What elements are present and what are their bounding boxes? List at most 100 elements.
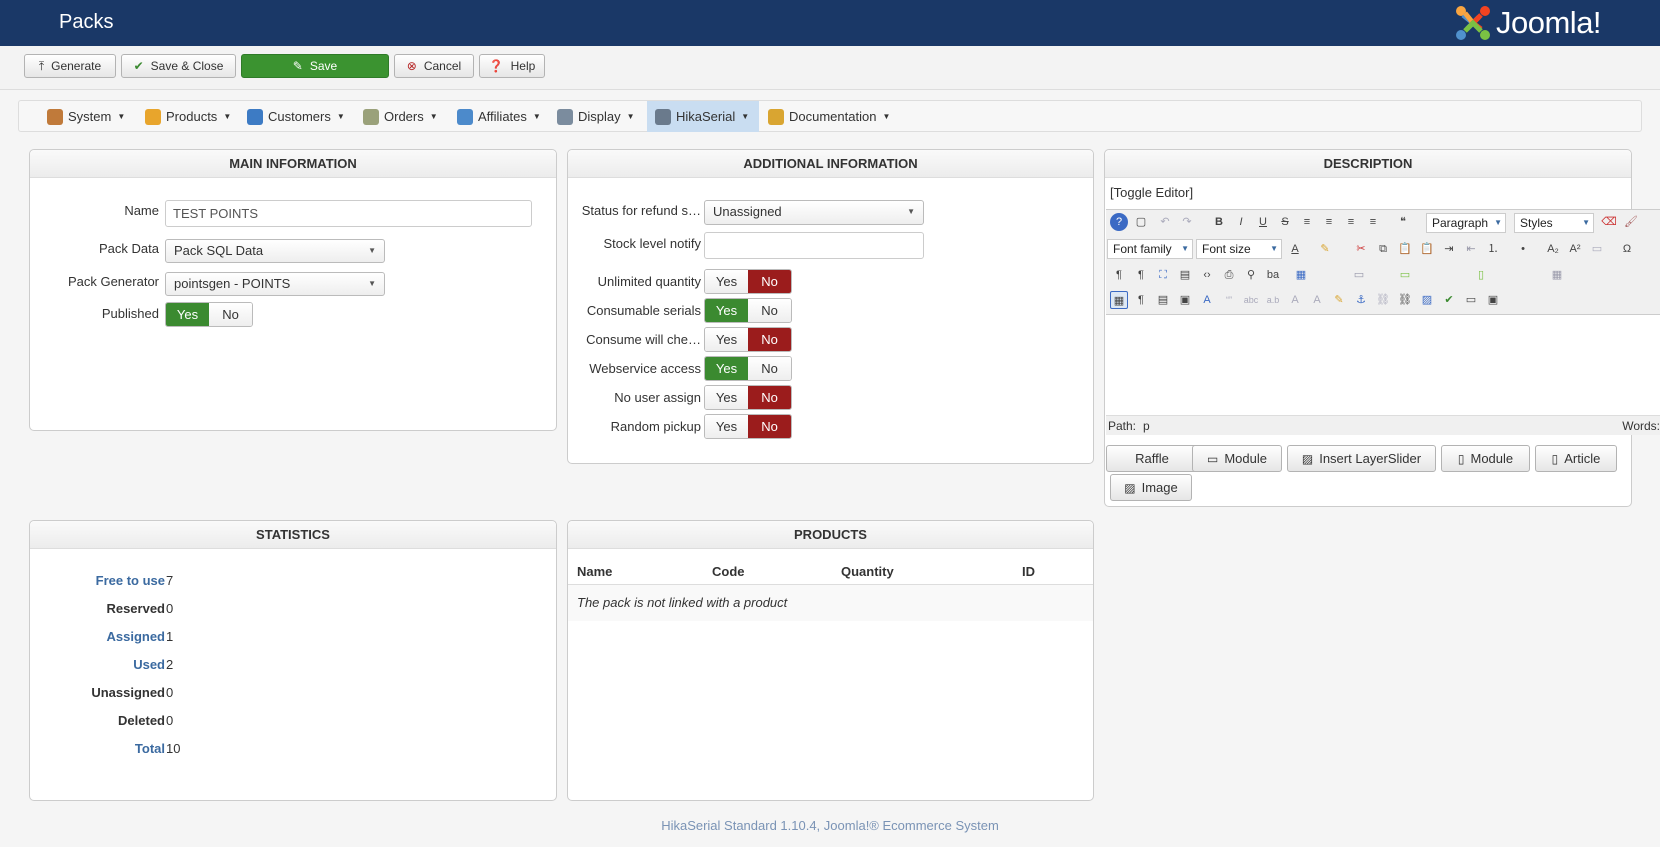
toggle-yes[interactable]: Yes: [705, 386, 748, 409]
stock-notify-field[interactable]: [704, 232, 924, 259]
pack-generator-select[interactable]: pointsgen - POINTS ▼: [165, 272, 385, 296]
cut-icon[interactable]: ✂: [1352, 240, 1370, 258]
status-refund-select[interactable]: Unassigned ▼: [704, 200, 924, 225]
visual-aid-icon[interactable]: ▦: [1110, 291, 1128, 309]
toggle-yes[interactable]: Yes: [705, 357, 748, 380]
numbered-list-icon[interactable]: ⒈: [1484, 240, 1502, 258]
toggle-yes[interactable]: Yes: [166, 303, 209, 326]
name-field[interactable]: TEST POINTS: [165, 200, 532, 227]
toggle-yes[interactable]: Yes: [705, 415, 748, 438]
code-icon[interactable]: ‹›: [1198, 266, 1216, 284]
anchor-icon[interactable]: ⚓: [1352, 291, 1370, 309]
highlight-icon[interactable]: ✎: [1316, 240, 1334, 258]
random-pickup-toggle[interactable]: Yes No: [704, 414, 792, 439]
module-button[interactable]: ▭ Module: [1192, 445, 1282, 472]
table-merge-icon[interactable]: ▦: [1548, 266, 1566, 284]
used-link[interactable]: Used: [133, 657, 165, 672]
save-close-button[interactable]: ✔ Save & Close: [121, 54, 236, 78]
bullet-list-icon[interactable]: •: [1514, 240, 1532, 258]
toggle-no[interactable]: No: [748, 415, 791, 438]
menu-documentation[interactable]: Documentation ▼: [760, 101, 898, 132]
format-select[interactable]: Paragraph ▼: [1426, 213, 1506, 233]
toggle-no[interactable]: No: [748, 357, 791, 380]
superscript-icon[interactable]: A²: [1566, 240, 1584, 258]
acronym-icon[interactable]: a.b: [1264, 291, 1282, 309]
unlink-icon[interactable]: ⛓: [1374, 291, 1392, 309]
toggle-yes[interactable]: Yes: [705, 299, 748, 322]
no-user-assign-toggle[interactable]: Yes No: [704, 385, 792, 410]
menu-orders[interactable]: Orders ▼: [355, 101, 446, 132]
font-size-select[interactable]: Font size ▼: [1196, 239, 1282, 259]
new-document-icon[interactable]: ▢: [1132, 213, 1150, 231]
joomla-logo[interactable]: Joomla!: [1453, 3, 1602, 43]
unlimited-quantity-toggle[interactable]: Yes No: [704, 269, 792, 294]
horizontal-rule-icon[interactable]: ▭: [1462, 291, 1480, 309]
underline-icon[interactable]: U: [1254, 213, 1272, 231]
strikethrough-icon[interactable]: S: [1276, 213, 1294, 231]
menu-products[interactable]: Products ▼: [137, 101, 239, 132]
menu-affiliates[interactable]: Affiliates ▼: [449, 101, 549, 132]
link-icon[interactable]: ⛓: [1396, 291, 1414, 309]
align-center-icon[interactable]: ≡: [1320, 213, 1338, 231]
footer-credit[interactable]: HikaSerial Standard 1.10.4, Joomla!® Eco…: [0, 818, 1660, 833]
column-quantity[interactable]: Quantity: [841, 564, 894, 579]
redo-icon[interactable]: ↷: [1178, 213, 1196, 231]
free-to-use-link[interactable]: Free to use: [96, 573, 165, 588]
spellcheck-icon[interactable]: ✔: [1440, 291, 1458, 309]
toggle-no[interactable]: No: [748, 299, 791, 322]
styles-select[interactable]: Styles ▼: [1514, 213, 1594, 233]
outdent-icon[interactable]: ⇤: [1462, 240, 1480, 258]
indent-icon[interactable]: ⇥: [1440, 240, 1458, 258]
del-icon[interactable]: A: [1286, 291, 1304, 309]
help-button[interactable]: ❓ Help: [479, 54, 545, 78]
menu-hikaserial[interactable]: HikaSerial ▼: [647, 101, 759, 132]
print-icon[interactable]: ⎙: [1220, 266, 1238, 284]
consumable-serials-toggle[interactable]: Yes No: [704, 298, 792, 323]
toggle-yes[interactable]: Yes: [705, 328, 748, 351]
column-code[interactable]: Code: [712, 564, 745, 579]
bold-icon[interactable]: B: [1210, 213, 1228, 231]
table-row-icon[interactable]: ▭: [1350, 266, 1368, 284]
align-left-icon[interactable]: ≡: [1342, 213, 1360, 231]
article-button[interactable]: ▯ Article: [1535, 445, 1617, 472]
style-props-icon[interactable]: A: [1198, 291, 1216, 309]
editor-content-area[interactable]: [1106, 315, 1660, 415]
table-icon[interactable]: ▦: [1292, 266, 1310, 284]
webservice-access-toggle[interactable]: Yes No: [704, 356, 792, 381]
brush-icon[interactable]: 🖌: [1622, 213, 1640, 231]
rtl-icon[interactable]: ¶: [1132, 266, 1150, 284]
image-button[interactable]: ▨ Image: [1110, 474, 1192, 501]
font-family-select[interactable]: Font family ▼: [1107, 239, 1193, 259]
raffle-button[interactable]: Raffle: [1106, 445, 1198, 472]
toggle-no[interactable]: No: [209, 303, 252, 326]
subscript-icon[interactable]: A₂: [1544, 240, 1562, 258]
published-toggle[interactable]: Yes No: [165, 302, 253, 327]
media-icon[interactable]: ▣: [1484, 291, 1502, 309]
paste-text-icon[interactable]: 📋: [1418, 240, 1436, 258]
paste-icon[interactable]: 📋: [1396, 240, 1414, 258]
save-button[interactable]: ✎ Save: [241, 54, 389, 78]
ins-icon[interactable]: A: [1308, 291, 1326, 309]
consume-will-check-toggle[interactable]: Yes No: [704, 327, 792, 352]
copy-icon[interactable]: ⧉: [1374, 240, 1392, 258]
pack-data-select[interactable]: Pack SQL Data ▼: [165, 239, 385, 263]
special-character-icon[interactable]: Ω: [1618, 240, 1636, 258]
column-name[interactable]: Name: [577, 564, 612, 579]
undo-icon[interactable]: ↶: [1156, 213, 1174, 231]
align-right-icon[interactable]: ≡: [1364, 213, 1382, 231]
nonbreaking-icon[interactable]: ¶: [1132, 291, 1150, 309]
image-icon[interactable]: ▨: [1418, 291, 1436, 309]
toggle-no[interactable]: No: [748, 270, 791, 293]
menu-customers[interactable]: Customers ▼: [239, 101, 353, 132]
disabled-tool-icon[interactable]: ▭: [1588, 240, 1606, 258]
abbr-icon[interactable]: abc: [1242, 291, 1260, 309]
module-button-2[interactable]: ▯ Module: [1441, 445, 1530, 472]
cite-icon[interactable]: “”: [1220, 291, 1238, 309]
ltr-icon[interactable]: ¶: [1110, 266, 1128, 284]
table-column-icon[interactable]: ▯: [1472, 266, 1490, 284]
fullscreen-icon[interactable]: ⛶: [1154, 266, 1172, 284]
toggle-no[interactable]: No: [748, 386, 791, 409]
column-id[interactable]: ID: [1022, 564, 1035, 579]
generate-button[interactable]: ⤒ Generate: [24, 54, 116, 78]
total-link[interactable]: Total: [135, 741, 165, 756]
